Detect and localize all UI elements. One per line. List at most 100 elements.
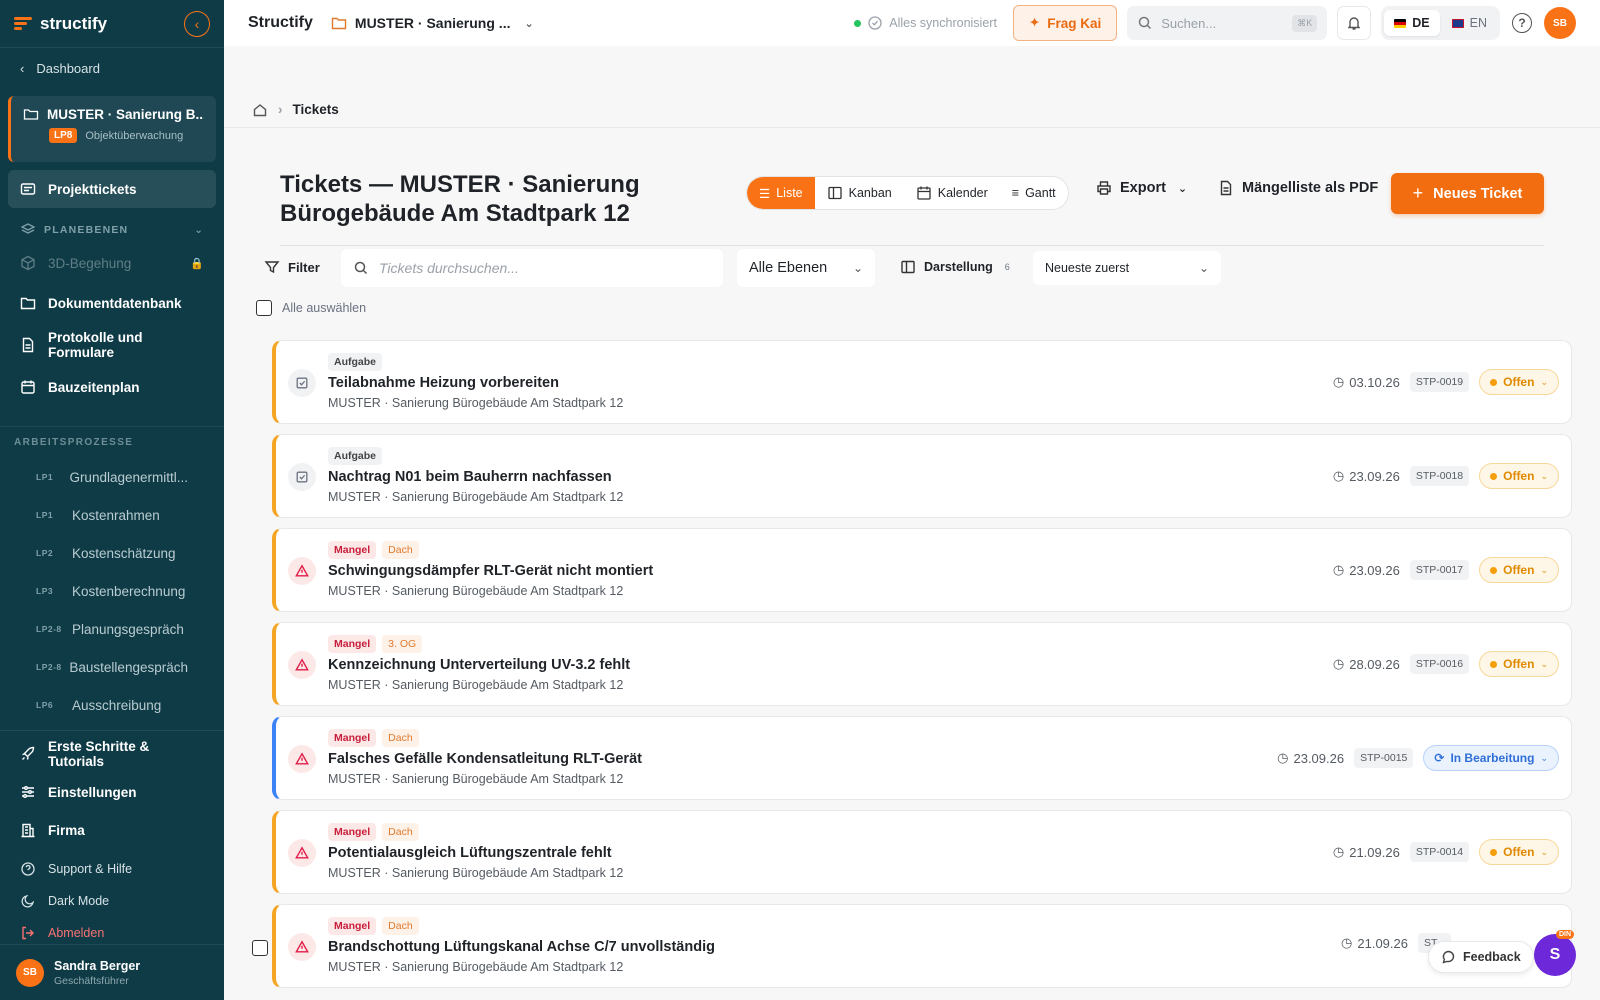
row-select-checkbox[interactable] bbox=[252, 940, 268, 956]
warning-triangle-icon bbox=[288, 745, 316, 773]
ticket-title: Brandschottung Lüftungskanal Achse C/7 u… bbox=[328, 939, 715, 955]
sidebar-item-bauzeitenplan[interactable]: Bauzeitenplan bbox=[0, 368, 224, 406]
language-de-button[interactable]: DE bbox=[1384, 10, 1440, 36]
language-en-button[interactable]: EN bbox=[1442, 10, 1497, 36]
sidebar-item-dokumentdatenbank[interactable]: Dokumentdatenbank bbox=[0, 284, 224, 322]
german-flag-icon bbox=[1394, 18, 1407, 28]
feedback-button[interactable]: Feedback bbox=[1428, 941, 1534, 973]
ticket-project: MUSTER · Sanierung Bürogebäude Am Stadtp… bbox=[328, 490, 624, 504]
ask-kai-button[interactable]: ✦ Frag Kai bbox=[1012, 5, 1118, 41]
status-badge[interactable]: Offen ⌄ bbox=[1479, 839, 1559, 865]
process-item[interactable]: LP2-8 Planungsgespräch bbox=[0, 610, 224, 648]
tab-gantt[interactable]: ≡ Gantt bbox=[1000, 177, 1068, 209]
ticket-date-value: 21.09.26 bbox=[1349, 844, 1400, 860]
logo[interactable]: structify bbox=[14, 14, 107, 34]
process-item[interactable]: LP1 Grundlagenermittl... bbox=[0, 458, 224, 496]
chevron-down-icon: ⌄ bbox=[852, 261, 863, 275]
sidebar-item-firma[interactable]: Firma bbox=[0, 811, 224, 849]
ticket-date-value: 28.09.26 bbox=[1349, 656, 1400, 672]
user-role: Geschäftsführer bbox=[54, 974, 129, 987]
chevron-down-icon: ⌄ bbox=[1540, 846, 1548, 857]
search-icon bbox=[1137, 15, 1153, 31]
ticket-project: MUSTER · Sanierung Bürogebäude Am Stadtp… bbox=[328, 584, 624, 598]
levels-select[interactable]: Alle Ebenen ⌄ bbox=[737, 249, 875, 287]
avatar[interactable]: SB bbox=[1544, 7, 1576, 39]
sort-select[interactable]: Neueste zuerst ⌄ bbox=[1033, 251, 1221, 285]
search-icon bbox=[353, 260, 369, 276]
chevron-down-icon: ⌄ bbox=[194, 224, 204, 236]
shortcut-hint: ⌘K bbox=[1292, 14, 1318, 32]
project-selector[interactable]: MUSTER · Sanierung ... ⌄ bbox=[331, 15, 534, 31]
support-link[interactable]: Support & Hilfe bbox=[0, 853, 224, 885]
ticket-card[interactable]: Mangel Dach Potentialausgleich Lüftungsze… bbox=[272, 810, 1572, 894]
view-switcher: ☰ Liste Kanban Kalender ≡ Gantt bbox=[746, 176, 1069, 210]
file-text-icon bbox=[1218, 180, 1234, 196]
status-dot bbox=[1490, 378, 1498, 386]
status-badge[interactable]: Offen ⌄ bbox=[1479, 369, 1559, 395]
notifications-button[interactable] bbox=[1337, 6, 1372, 40]
ticket-card[interactable]: Mangel Dach Schwingungsdämpfer RLT-Gerät … bbox=[272, 528, 1572, 612]
select-all[interactable]: Alle auswählen bbox=[256, 300, 366, 316]
moon-icon bbox=[20, 893, 36, 909]
process-item[interactable]: LP2 Kostenschätzung bbox=[0, 534, 224, 572]
status-badge[interactable]: ⟳ In Bearbeitung ⌄ bbox=[1423, 745, 1559, 771]
ticket-card[interactable]: Mangel Dach Brandschottung Lüftungskanal … bbox=[272, 904, 1572, 988]
tab-kalender[interactable]: Kalender bbox=[904, 177, 1000, 209]
language-switcher: DE EN bbox=[1381, 6, 1500, 40]
back-to-dashboard-link[interactable]: ‹ Dashboard bbox=[0, 48, 224, 88]
process-item[interactable]: LP1 Kostenrahmen bbox=[0, 496, 224, 534]
ticket-search-input[interactable]: Tickets durchsuchen... bbox=[341, 249, 723, 287]
printer-icon bbox=[1096, 180, 1112, 196]
ticket-card[interactable]: Mangel 3. OG Kennzeichnung Unterverteilun… bbox=[272, 622, 1572, 706]
folder-icon bbox=[331, 15, 347, 31]
global-search-input[interactable]: Suchen... ⌘K bbox=[1127, 6, 1328, 40]
process-label: Ausschreibung bbox=[72, 697, 162, 713]
user-profile[interactable]: SB Sandra Berger Geschäftsführer bbox=[0, 944, 224, 1000]
ticket-date-value: 03.10.26 bbox=[1349, 374, 1400, 390]
status-label: Offen bbox=[1503, 845, 1535, 859]
ticket-card[interactable]: Mangel Dach Falsches Gefälle Kondensatlei… bbox=[272, 716, 1572, 800]
status-dot bbox=[1490, 472, 1498, 480]
status-badge[interactable]: Offen ⌄ bbox=[1479, 651, 1559, 677]
process-item[interactable]: LP2-8 Baustellengespräch bbox=[0, 648, 224, 686]
warning-triangle-icon bbox=[288, 557, 316, 585]
collapse-sidebar-button[interactable]: ‹ bbox=[184, 10, 210, 37]
sidebar-item-label: Dokumentdatenbank bbox=[48, 295, 182, 311]
home-icon[interactable] bbox=[252, 102, 268, 118]
filter-button[interactable]: Filter bbox=[264, 259, 320, 275]
tab-kanban[interactable]: Kanban bbox=[815, 177, 904, 209]
export-button[interactable]: Export ⌄ bbox=[1096, 180, 1187, 196]
status-badge[interactable]: Offen ⌄ bbox=[1479, 557, 1559, 583]
current-project-card[interactable]: MUSTER · Sanierung B... LP8 Objektüberwa… bbox=[8, 96, 216, 162]
assistant-chat-button[interactable]: S DIN bbox=[1534, 930, 1576, 976]
ticket-date: ◷ 21.09.26 bbox=[1341, 935, 1408, 951]
defect-list-pdf-button[interactable]: Mängelliste als PDF bbox=[1218, 180, 1378, 196]
status-label: Offen bbox=[1503, 469, 1535, 483]
dark-mode-toggle[interactable]: Dark Mode bbox=[0, 885, 224, 917]
sidebar-item-einstellungen[interactable]: Einstellungen bbox=[0, 773, 224, 811]
process-item[interactable]: LP3 Kostenberechnung bbox=[0, 572, 224, 610]
help-button[interactable]: ? bbox=[1512, 13, 1532, 33]
tab-liste[interactable]: ☰ Liste bbox=[747, 177, 815, 209]
cube-icon bbox=[20, 255, 36, 271]
status-dot bbox=[854, 19, 862, 27]
ticket-type-badge: Aufgabe bbox=[328, 353, 382, 371]
planebenen-section-toggle[interactable]: PLANEBENEN ⌄ bbox=[0, 216, 224, 244]
user-name: Sandra Berger bbox=[54, 958, 141, 973]
new-ticket-button[interactable]: + Neues Ticket bbox=[1391, 173, 1544, 214]
sparkle-icon: ✦ bbox=[1028, 15, 1041, 30]
sidebar-item-protokolle[interactable]: Protokolle und Formulare bbox=[0, 326, 224, 364]
sidebar-item-tutorials[interactable]: Erste Schritte & Tutorials bbox=[0, 735, 224, 773]
status-badge[interactable]: Offen ⌄ bbox=[1479, 463, 1559, 489]
folder-open-icon bbox=[23, 106, 39, 122]
status-dot bbox=[1490, 848, 1498, 856]
ticket-project: MUSTER · Sanierung Bürogebäude Am Stadtp… bbox=[328, 866, 624, 880]
ticket-card[interactable]: Aufgabe Teilabnahme Heizung vorbereiten … bbox=[272, 340, 1572, 424]
ticket-card[interactable]: Aufgabe Nachtrag N01 beim Bauherrn nachf… bbox=[272, 434, 1572, 518]
select-all-checkbox[interactable] bbox=[256, 300, 272, 316]
sidebar-item-projekttickets[interactable]: Projekttickets bbox=[8, 170, 216, 208]
check-circle-icon bbox=[867, 15, 883, 31]
display-options-button[interactable]: Darstellung 6 bbox=[900, 259, 1010, 275]
status-label: In Bearbeitung bbox=[1450, 751, 1535, 765]
process-item[interactable]: LP6 Ausschreibung bbox=[0, 686, 224, 724]
